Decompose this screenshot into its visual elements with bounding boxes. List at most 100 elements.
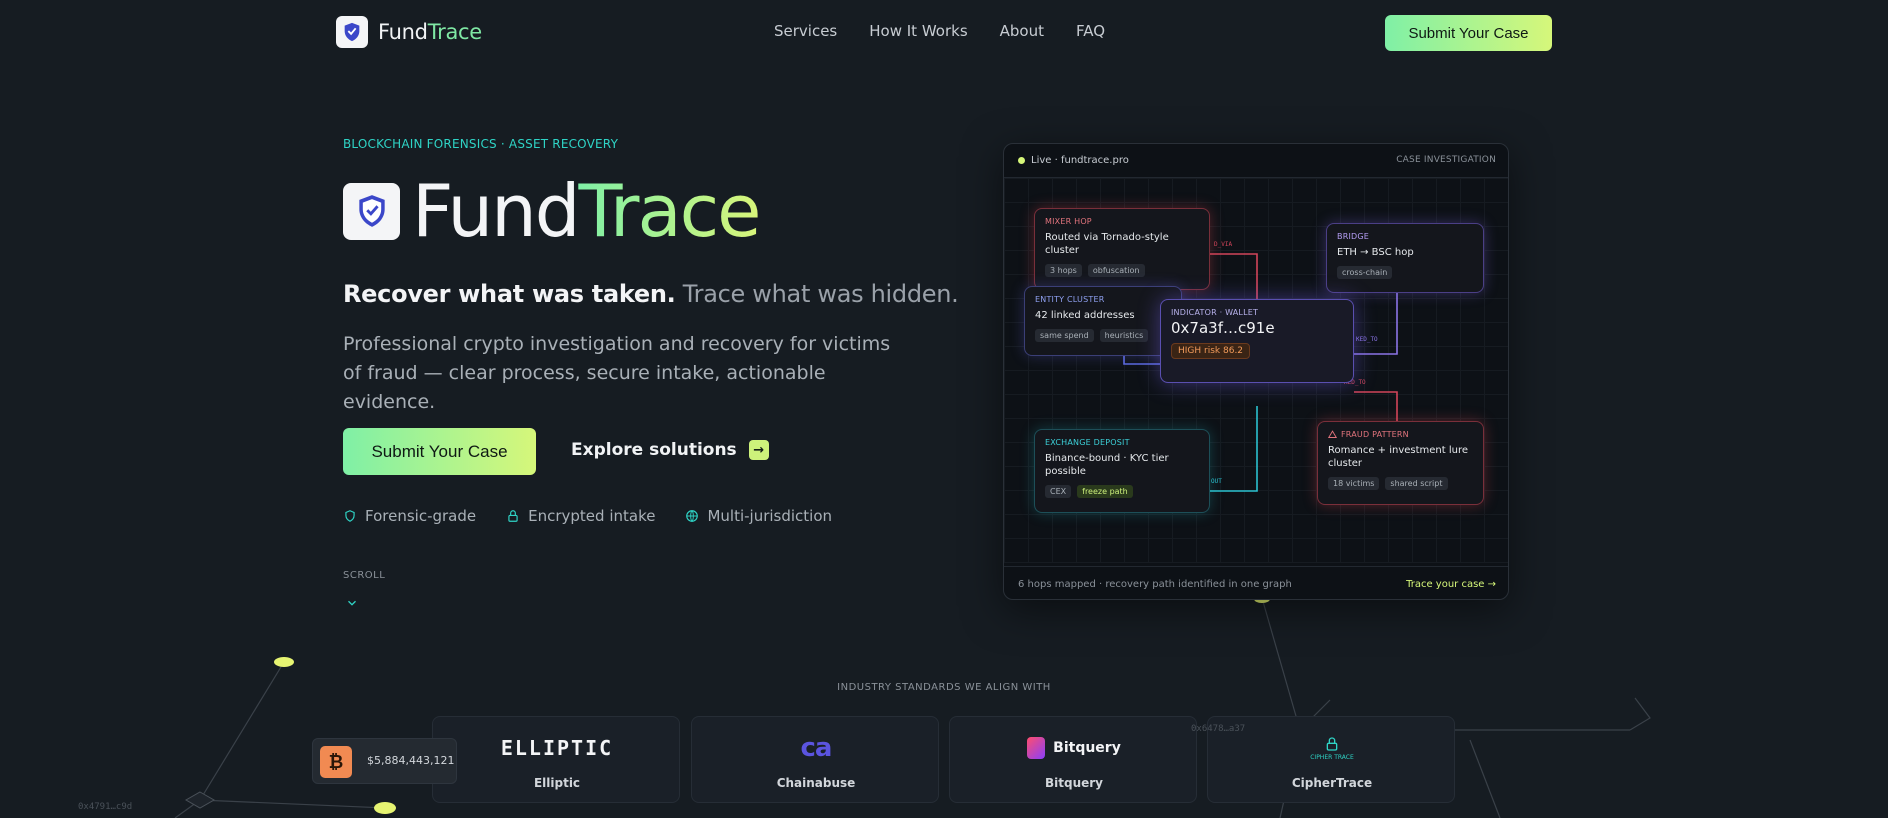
nav-link-services[interactable]: Services: [774, 22, 837, 40]
partner-name: Chainabuse: [776, 776, 856, 790]
scroll-label: SCROLL: [343, 570, 386, 581]
node-title: 42 linked addresses: [1035, 310, 1135, 321]
floating-address: 0x4791…c9d: [78, 802, 133, 812]
graph-node-exchange-deposit[interactable]: EXCHANGE DEPOSIT Binance-bound · KYC tie…: [1034, 429, 1210, 513]
chevron-down-icon[interactable]: [345, 596, 359, 610]
nav-link-faq[interactable]: FAQ: [1076, 22, 1105, 40]
elliptic-logo: ELLIPTIC: [433, 735, 681, 761]
node-title: Binance-bound · KYC tier possible: [1045, 453, 1169, 477]
feature-label: Multi-jurisdiction: [707, 507, 833, 525]
node-chips: cross-chain: [1337, 266, 1473, 279]
graph-node-fraud-pattern[interactable]: FRAUD PATTERN Romance + investment lure …: [1317, 421, 1484, 505]
partner-name: Bitquery: [1044, 776, 1103, 790]
floating-address: 0x6478…a37: [1191, 724, 1246, 734]
feature-label: Forensic-grade: [365, 507, 477, 525]
ciphertrace-logo: CIPHER TRACE: [1208, 735, 1456, 761]
graph-summary: 6 hops mapped · recovery path identified…: [1018, 579, 1292, 590]
tagline-soft: Trace what was hidden.: [682, 280, 959, 308]
nav-link-about[interactable]: About: [1000, 22, 1044, 40]
ciphertrace-lock-icon: [1326, 736, 1338, 751]
elliptic-logo-text: ELLIPTIC: [500, 736, 614, 760]
chainabuse-logo-text: ca: [800, 733, 833, 763]
edge-label: KED_TO: [1356, 336, 1378, 343]
nav-link-how-it-works[interactable]: How It Works: [869, 22, 967, 40]
feature-list: Forensic-grade Encrypted intake Multi-ju…: [343, 507, 832, 525]
industry-standards-label: INDUSTRY STANDARDS WE ALIGN WITH: [837, 682, 1051, 693]
btc-ticker-card: ₿ $5,884,443,121: [312, 738, 457, 784]
brand-name: FundTrace: [378, 20, 482, 44]
risk-badge: HIGH risk 86.2: [1171, 343, 1251, 359]
hero-shield-icon: [343, 182, 400, 240]
node-tag: ENTITY CLUSTER: [1035, 295, 1105, 304]
background-network: [174, 595, 1651, 818]
node-chip: CEX: [1045, 485, 1072, 498]
shield-icon: [345, 510, 355, 522]
node-tag: BRIDGE: [1337, 232, 1370, 241]
feature-label: Encrypted intake: [528, 507, 656, 525]
partner-card-elliptic[interactable]: ELLIPTIC Elliptic: [432, 716, 680, 803]
node-chip: obfuscation: [1087, 264, 1145, 277]
chainabuse-logo: ca: [692, 733, 940, 763]
feature-item: Encrypted intake: [506, 507, 655, 525]
feature-item: Multi-jurisdiction: [685, 507, 832, 525]
node-title: Romance + investment lure cluster: [1328, 445, 1469, 469]
hero-wordmark: FundTrace: [412, 169, 761, 253]
bitquery-logo: Bitquery: [950, 735, 1198, 761]
brand-name-part1: Fund: [378, 20, 428, 44]
top-nav: FundTrace Services How It Works About FA…: [0, 0, 1888, 66]
hero-eyebrow: BLOCKCHAIN FORENSICS · ASSET RECOVERY: [343, 137, 619, 151]
bitquery-logo-text: Bitquery: [1053, 740, 1121, 756]
bitquery-icon: [1027, 737, 1046, 759]
shield-logo-icon: [336, 16, 368, 48]
hero-tagline: Recover what was taken. Trace what was h…: [343, 280, 959, 308]
partner-card-chainabuse[interactable]: ca Chainabuse: [691, 716, 939, 803]
graph-node-entity-cluster[interactable]: ENTITY CLUSTER 42 linked addresses same …: [1024, 286, 1182, 356]
node-chip: cross-chain: [1337, 266, 1393, 279]
ciphertrace-logo-mark: CIPHER TRACE: [1310, 736, 1354, 761]
wallet-address: 0x7a3f…c91e: [1171, 319, 1275, 337]
partner-card-bitquery[interactable]: Bitquery Bitquery: [949, 716, 1197, 803]
bitcoin-icon: ₿: [320, 746, 352, 778]
node-chip: shared script: [1385, 477, 1448, 490]
trace-your-case-link[interactable]: Trace your case →: [1406, 579, 1496, 590]
brand-logo[interactable]: FundTrace: [336, 16, 482, 48]
partner-name: CipherTrace: [1291, 776, 1373, 790]
lock-icon: [508, 510, 518, 522]
edge-label: OUT: [1211, 478, 1222, 485]
ciphertrace-logo-text: CIPHER TRACE: [1310, 753, 1354, 761]
hero-wordmark-part2: Trace: [578, 169, 761, 253]
node-chips: 18 victims shared script: [1328, 477, 1473, 490]
node-title: ETH → BSC hop: [1337, 247, 1414, 258]
node-chips: same spend heuristics: [1035, 329, 1171, 342]
node-chips: 3 hops obfuscation: [1045, 264, 1199, 277]
tagline-strong: Recover what was taken.: [343, 280, 676, 308]
node-tag: FRAUD PATTERN: [1328, 430, 1473, 439]
graph-card-footer: 6 hops mapped · recovery path identified…: [1004, 566, 1508, 599]
nav-submit-case-button[interactable]: Submit Your Case: [1385, 15, 1552, 51]
graph-node-bridge[interactable]: BRIDGE ETH → BSC hop cross-chain: [1326, 223, 1484, 293]
warning-icon: [1328, 430, 1337, 438]
bitquery-logo-mark: Bitquery: [1027, 737, 1121, 759]
hero-description: Professional crypto investigation and re…: [343, 333, 891, 413]
graph-node-wallet[interactable]: INDICATOR · WALLET 0x7a3f…c91e HIGH risk…: [1160, 299, 1354, 383]
globe-icon: [686, 510, 699, 522]
node-chips: CEX freeze path: [1045, 485, 1199, 498]
explore-solutions-link[interactable]: Explore solutions →: [571, 440, 769, 460]
node-tag: INDICATOR · WALLET: [1171, 308, 1259, 317]
node-chip: heuristics: [1099, 329, 1149, 342]
hero-wordmark-part1: Fund: [412, 169, 580, 253]
btc-value: $5,884,443,121: [367, 754, 455, 767]
explore-solutions-label: Explore solutions: [571, 440, 737, 460]
nav-links: Services How It Works About FAQ: [774, 22, 1105, 40]
node-chip: 3 hops: [1045, 264, 1082, 277]
edge-label: D_VIA: [1214, 241, 1232, 248]
node-tag: EXCHANGE DEPOSIT: [1045, 438, 1130, 447]
node-title: Routed via Tornado-style cluster: [1045, 232, 1169, 256]
investigation-graph-card: Live · fundtrace.pro CASE INVESTIGATION …: [1003, 143, 1509, 600]
node-chip: same spend: [1035, 329, 1094, 342]
hero-submit-case-button[interactable]: Submit Your Case: [343, 428, 536, 475]
node-chip-highlight: freeze path: [1077, 485, 1133, 498]
partner-name: Elliptic: [533, 776, 581, 790]
graph-node-mixer[interactable]: MIXER HOP Routed via Tornado-style clust…: [1034, 208, 1210, 290]
feature-item: Forensic-grade: [343, 507, 476, 525]
